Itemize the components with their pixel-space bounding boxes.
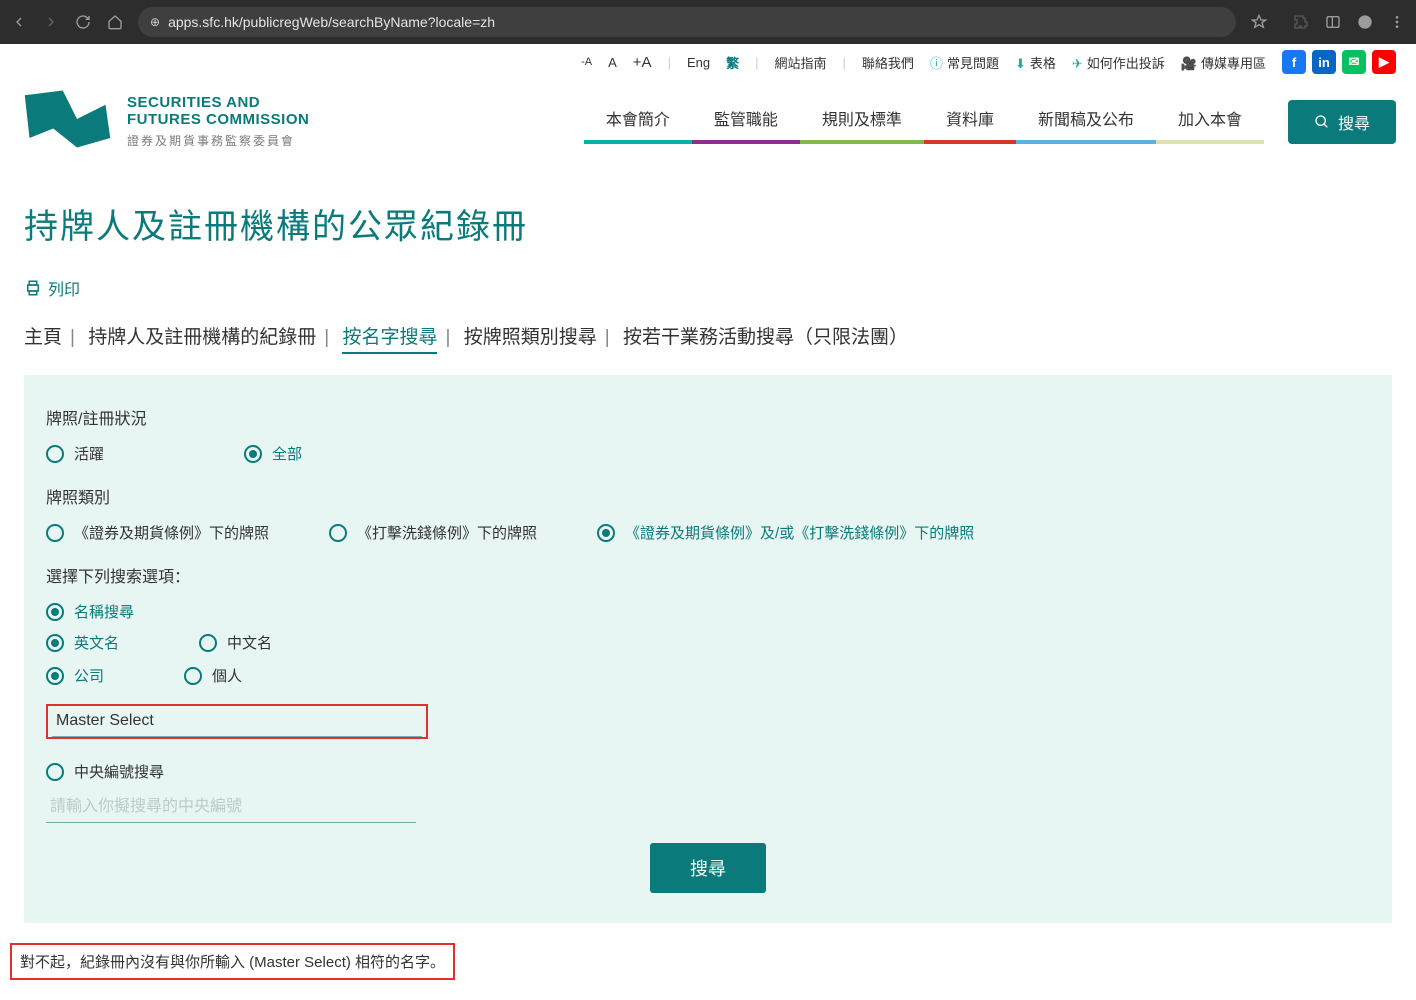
radio-entity-corp[interactable]: 公司	[46, 665, 104, 686]
utility-bar: -A A +A | Eng 繁 | 網站指南 | 聯絡我們 ⓘ常見問題 ⬇表格 …	[0, 44, 1416, 74]
page-title: 持牌人及註冊機構的公眾紀錄冊	[24, 199, 1392, 248]
bc-byname[interactable]: 按名字搜尋	[342, 327, 437, 354]
radio-type-both[interactable]: 《證券及期貨條例》及/或《打擊洗錢條例》下的牌照	[597, 522, 974, 543]
radio-status-all[interactable]: 全部	[244, 443, 302, 464]
submit-button[interactable]: 搜尋	[650, 843, 766, 893]
youtube-icon[interactable]: ▶	[1372, 50, 1396, 74]
home-icon[interactable]	[106, 13, 124, 31]
site-header: SECURITIES AND FUTURES COMMISSION 證券及期貨事…	[0, 74, 1416, 159]
forms-link[interactable]: ⬇表格	[1015, 53, 1056, 72]
bc-bytype[interactable]: 按牌照類別搜尋	[464, 327, 597, 348]
radio-status-active[interactable]: 活躍	[46, 443, 104, 464]
forward-icon[interactable]	[42, 13, 60, 31]
name-input-highlight	[46, 704, 428, 739]
radio-entity-indiv[interactable]: 個人	[184, 665, 242, 686]
print-link[interactable]: 列印	[24, 276, 80, 300]
extensions-icon[interactable]	[1292, 13, 1310, 31]
bc-home[interactable]: 主頁	[24, 327, 62, 348]
radio-opt-ce[interactable]: 中央編號搜尋	[46, 761, 164, 782]
error-message: 對不起，紀錄冊內沒有與你所輸入 (Master Select) 相符的名字。	[10, 943, 455, 980]
name-input[interactable]	[52, 706, 422, 737]
radio-type-amlo[interactable]: 《打擊洗錢條例》下的牌照	[329, 522, 537, 543]
nav-news[interactable]: 新聞稿及公布	[1016, 106, 1156, 144]
lang-en[interactable]: Eng	[687, 55, 710, 70]
complaint-link[interactable]: ✈如何作出投訴	[1072, 53, 1165, 72]
radio-type-sfo[interactable]: 《證券及期貨條例》下的牌照	[46, 522, 269, 543]
logo-text-zh: 證券及期貨事務監察委員會	[127, 132, 309, 149]
lang-zh[interactable]: 繁	[726, 53, 739, 72]
font-size-small[interactable]: -A	[581, 56, 592, 68]
print-icon	[24, 279, 42, 297]
logo[interactable]: SECURITIES AND FUTURES COMMISSION 證券及期貨事…	[20, 84, 309, 159]
search-icon	[1314, 114, 1330, 130]
menu-icon[interactable]	[1388, 13, 1406, 31]
linkedin-icon[interactable]: in	[1312, 50, 1336, 74]
radio-name-en[interactable]: 英文名	[46, 632, 119, 653]
ce-input[interactable]	[46, 792, 416, 823]
label-status: 牌照/註冊狀況	[46, 405, 1370, 429]
header-search-button[interactable]: 搜尋	[1288, 100, 1396, 144]
sitemap-link[interactable]: 網站指南	[775, 53, 827, 72]
faq-link[interactable]: ⓘ常見問題	[930, 53, 999, 72]
facebook-icon[interactable]: f	[1282, 50, 1306, 74]
font-size-large[interactable]: +A	[633, 54, 652, 71]
nav-data[interactable]: 資料庫	[924, 106, 1016, 144]
logo-text-en2: FUTURES COMMISSION	[127, 111, 309, 128]
address-bar[interactable]: ⊕ apps.sfc.hk/publicregWeb/searchByName?…	[138, 7, 1236, 37]
main-nav: 本會簡介 監管職能 規則及標準 資料庫 新聞稿及公布 加入本會	[584, 84, 1264, 144]
bc-register[interactable]: 持牌人及註冊機構的紀錄冊	[88, 327, 316, 348]
social-links: f in ✉ ▶	[1282, 50, 1396, 74]
label-option: 選擇下列搜索選項：	[46, 563, 1370, 587]
radio-name-zh[interactable]: 中文名	[199, 632, 272, 653]
radio-opt-name[interactable]: 名稱搜尋	[46, 601, 134, 622]
browser-toolbar: ⊕ apps.sfc.hk/publicregWeb/searchByName?…	[0, 0, 1416, 44]
star-icon[interactable]	[1250, 13, 1268, 31]
label-type: 牌照類別	[46, 484, 1370, 508]
media-link[interactable]: 🎥傳媒專用區	[1181, 53, 1266, 72]
panel-icon[interactable]	[1324, 13, 1342, 31]
url-text: apps.sfc.hk/publicregWeb/searchByName?lo…	[168, 14, 495, 30]
wechat-icon[interactable]: ✉	[1342, 50, 1366, 74]
logo-text-en1: SECURITIES AND	[127, 94, 309, 111]
nav-supervise[interactable]: 監管職能	[692, 106, 800, 144]
bc-byactivity[interactable]: 按若干業務活動搜尋（只限法團）	[623, 327, 908, 348]
search-form: 牌照/註冊狀況 活躍 全部 牌照類別 《證券及期貨條例》下的牌照 《打擊洗錢條例…	[24, 375, 1392, 923]
logo-icon	[20, 84, 115, 159]
contact-link[interactable]: 聯絡我們	[862, 53, 914, 72]
back-icon[interactable]	[10, 13, 28, 31]
profile-icon[interactable]	[1356, 13, 1374, 31]
nav-about[interactable]: 本會簡介	[584, 106, 692, 144]
reload-icon[interactable]	[74, 13, 92, 31]
site-info-icon[interactable]: ⊕	[150, 15, 160, 29]
font-size-medium[interactable]: A	[608, 55, 617, 70]
nav-join[interactable]: 加入本會	[1156, 106, 1264, 144]
breadcrumb: 主頁| 持牌人及註冊機構的紀錄冊| 按名字搜尋| 按牌照類別搜尋| 按若干業務活…	[24, 322, 1392, 349]
nav-rules[interactable]: 規則及標準	[800, 106, 924, 144]
